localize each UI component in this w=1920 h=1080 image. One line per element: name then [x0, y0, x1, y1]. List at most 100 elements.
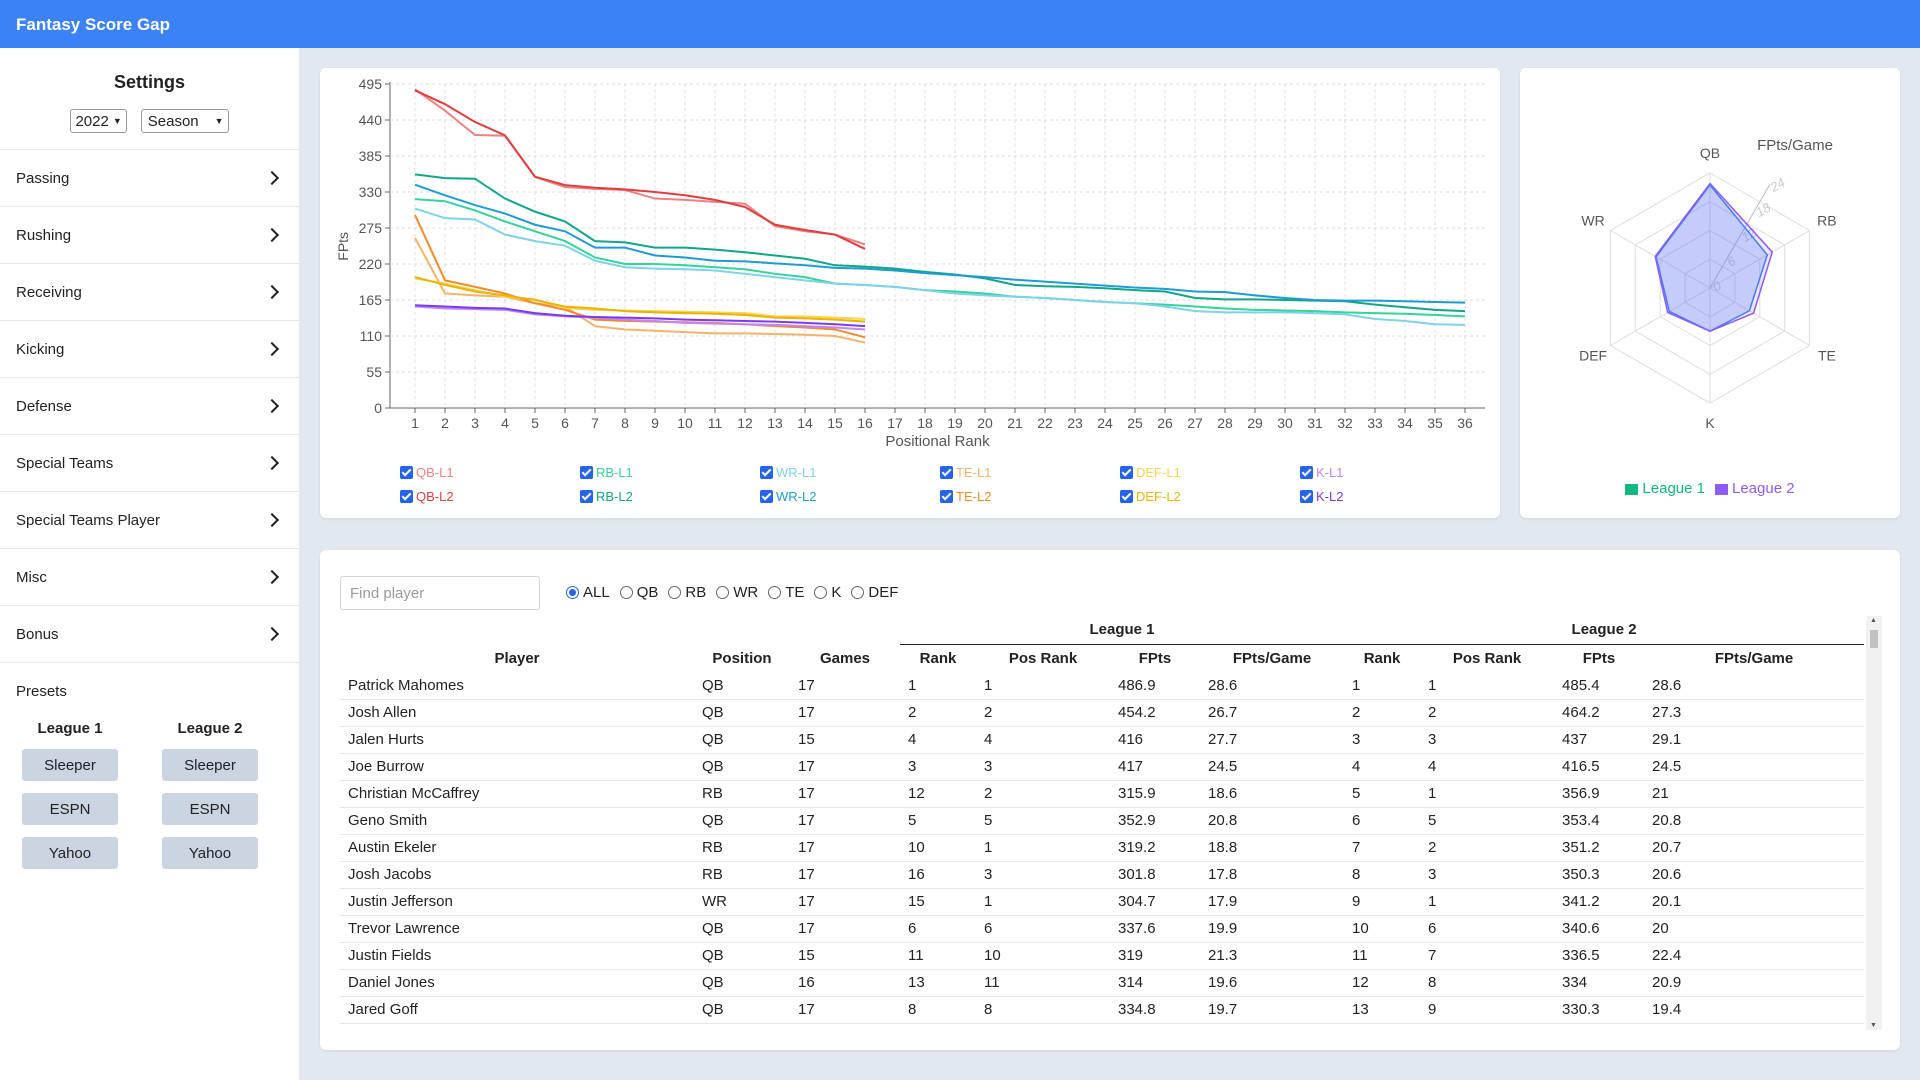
column-header-position[interactable]: Position	[694, 644, 790, 672]
filter-radio-all[interactable]: ALL	[566, 584, 610, 601]
category-defense[interactable]: Defense	[0, 378, 299, 435]
group-header-row: League 1 League 2	[340, 616, 1865, 645]
scroll-down-icon[interactable]: ▼	[1870, 1022, 1877, 1029]
table-row[interactable]: Joe Burrow QB 17 3 3 417 24.5 4 4 416.5 24.5	[340, 753, 1865, 781]
table-scrollbar[interactable]: ▲ ▼	[1866, 616, 1882, 1030]
radio-icon[interactable]	[716, 586, 730, 599]
table-cell: 3	[1344, 726, 1421, 754]
table-row[interactable]: Christian McCaffrey RB 17 12 2 315.9 18.6 5 1 356…	[340, 780, 1865, 808]
legend-item-def-l2[interactable]: DEF-L2	[1120, 489, 1300, 504]
checkbox-checked-icon[interactable]	[400, 465, 413, 479]
radio-icon[interactable]	[619, 586, 633, 599]
legend-item-k-l1[interactable]: K-L1	[1300, 465, 1480, 480]
table-row[interactable]: Geno Smith QB 17 5 5 352.9 20.8 6 5 353.4 20.8	[340, 807, 1865, 835]
y-tick-label: 440	[359, 112, 383, 128]
column-header-fpts[interactable]: FPts	[1554, 644, 1644, 672]
column-header-fpts-game[interactable]: FPts/Game	[1200, 644, 1344, 672]
radio-icon[interactable]	[814, 586, 828, 599]
checkbox-checked-icon[interactable]	[400, 489, 413, 503]
table-cell: 10	[900, 834, 976, 862]
column-header-fpts-game[interactable]: FPts/Game	[1644, 644, 1864, 672]
legend-item-qb-l2[interactable]: QB-L2	[400, 489, 580, 504]
legend-label: RB-L1	[596, 464, 633, 480]
checkbox-checked-icon[interactable]	[760, 465, 773, 479]
checkbox-checked-icon[interactable]	[580, 489, 593, 503]
x-tick-label: 30	[1277, 415, 1293, 431]
table-row[interactable]: Jared Goff QB 17 8 8 334.8 19.7 13 9 330.3 19.4	[340, 996, 1865, 1024]
checkbox-checked-icon[interactable]	[580, 465, 593, 479]
category-kicking[interactable]: Kicking	[0, 321, 299, 378]
table-cell: 21	[1644, 780, 1865, 808]
legend-item-rb-l1[interactable]: RB-L1	[580, 465, 760, 480]
column-header-rank[interactable]: Rank	[1344, 644, 1420, 672]
legend-item-wr-l1[interactable]: WR-L1	[760, 465, 940, 480]
year-select[interactable]: 2022 ▼	[70, 109, 127, 133]
radar-legend-item[interactable]: League 2	[1715, 480, 1795, 497]
category-bonus[interactable]: Bonus	[0, 606, 299, 663]
preset-espn-button[interactable]: ESPN	[162, 793, 258, 825]
column-header-player[interactable]: Player	[340, 644, 694, 672]
preset-sleeper-button[interactable]: Sleeper	[162, 749, 258, 781]
scroll-up-icon[interactable]: ▲	[1870, 617, 1877, 624]
column-header-pos-rank[interactable]: Pos Rank	[1420, 644, 1554, 672]
column-header-rank[interactable]: Rank	[900, 644, 976, 672]
legend-item-te-l2[interactable]: TE-L2	[940, 489, 1120, 504]
table-row[interactable]: Justin Jefferson WR 17 15 1 304.7 17.9 9 1 341.2 2…	[340, 888, 1865, 916]
table-row[interactable]: Austin Ekeler RB 17 10 1 319.2 18.8 7 2 351.2 20.7	[340, 834, 1865, 862]
legend-item-k-l2[interactable]: K-L2	[1300, 489, 1480, 504]
legend-item-wr-l2[interactable]: WR-L2	[760, 489, 940, 504]
table-row[interactable]: Josh Allen QB 17 2 2 454.2 26.7 2 2 464.2 27.3	[340, 699, 1865, 727]
presets-title: Presets	[16, 683, 67, 700]
checkbox-checked-icon[interactable]	[1120, 489, 1133, 503]
table-row[interactable]: Josh Jacobs RB 17 16 3 301.8 17.8 8 3 350.3 20.6	[340, 861, 1865, 889]
category-rushing[interactable]: Rushing	[0, 207, 299, 264]
preset-yahoo-button[interactable]: Yahoo	[22, 837, 118, 869]
column-header-games[interactable]: Games	[790, 644, 900, 672]
checkbox-checked-icon[interactable]	[1300, 489, 1313, 503]
radio-icon[interactable]	[768, 586, 782, 599]
table-cell: 20.8	[1200, 807, 1345, 835]
radio-icon[interactable]	[668, 586, 682, 599]
table-row[interactable]: Patrick Mahomes QB 17 1 1 486.9 28.6 1 1 485.4 28.…	[340, 672, 1865, 700]
category-receiving[interactable]: Receiving	[0, 264, 299, 321]
legend-item-te-l1[interactable]: TE-L1	[940, 465, 1120, 480]
period-select[interactable]: Season ▼	[140, 109, 229, 133]
preset-yahoo-button[interactable]: Yahoo	[162, 837, 258, 869]
table-row[interactable]: Justin Fields QB 15 11 10 319 21.3 11 7 336.5 22.4	[340, 942, 1865, 970]
legend-item-def-l1[interactable]: DEF-L1	[1120, 465, 1300, 480]
table-row[interactable]: Daniel Jones QB 16 13 11 314 19.6 12 8 334 20.9	[340, 969, 1865, 997]
checkbox-checked-icon[interactable]	[940, 489, 953, 503]
category-special-teams-player[interactable]: Special Teams Player	[0, 492, 299, 549]
column-header-fpts[interactable]: FPts	[1110, 644, 1200, 672]
filter-radio-def[interactable]: DEF	[851, 584, 898, 601]
column-header-pos-rank[interactable]: Pos Rank	[976, 644, 1110, 672]
radar-axis-label: TE	[1818, 348, 1836, 364]
preset-sleeper-button[interactable]: Sleeper	[22, 749, 118, 781]
legend-item-qb-l1[interactable]: QB-L1	[400, 465, 580, 480]
category-special-teams[interactable]: Special Teams	[0, 435, 299, 492]
category-passing[interactable]: Passing	[0, 150, 299, 207]
table-cell: Jalen Hurts	[340, 726, 694, 754]
scrollbar-thumb[interactable]	[1870, 630, 1878, 648]
checkbox-checked-icon[interactable]	[1300, 465, 1313, 479]
filter-radio-te[interactable]: TE	[768, 584, 804, 601]
filter-radio-wr[interactable]: WR	[716, 584, 758, 601]
y-tick-label: 165	[359, 292, 383, 308]
table-cell: 315.9	[1110, 780, 1200, 808]
legend-item-rb-l2[interactable]: RB-L2	[580, 489, 760, 504]
checkbox-checked-icon[interactable]	[1120, 465, 1133, 479]
category-misc[interactable]: Misc	[0, 549, 299, 606]
filter-radio-k[interactable]: K	[814, 584, 841, 601]
filter-radio-qb[interactable]: QB	[619, 584, 658, 601]
checkbox-checked-icon[interactable]	[940, 465, 953, 479]
checkbox-checked-icon[interactable]	[760, 489, 773, 503]
preset-espn-button[interactable]: ESPN	[22, 793, 118, 825]
table-row[interactable]: Trevor Lawrence QB 17 6 6 337.6 19.9 10 6 340.6 20	[340, 915, 1865, 943]
find-player-input[interactable]: Find player	[340, 576, 540, 610]
radar-legend-item[interactable]: League 1	[1625, 480, 1705, 497]
table-cell: 350.3	[1554, 861, 1645, 889]
radio-icon[interactable]	[851, 586, 865, 599]
radio-icon[interactable]	[566, 586, 579, 599]
table-row[interactable]: Jalen Hurts QB 15 4 4 416 27.7 3 3 437 29.1	[340, 726, 1865, 754]
filter-radio-rb[interactable]: RB	[668, 584, 706, 601]
